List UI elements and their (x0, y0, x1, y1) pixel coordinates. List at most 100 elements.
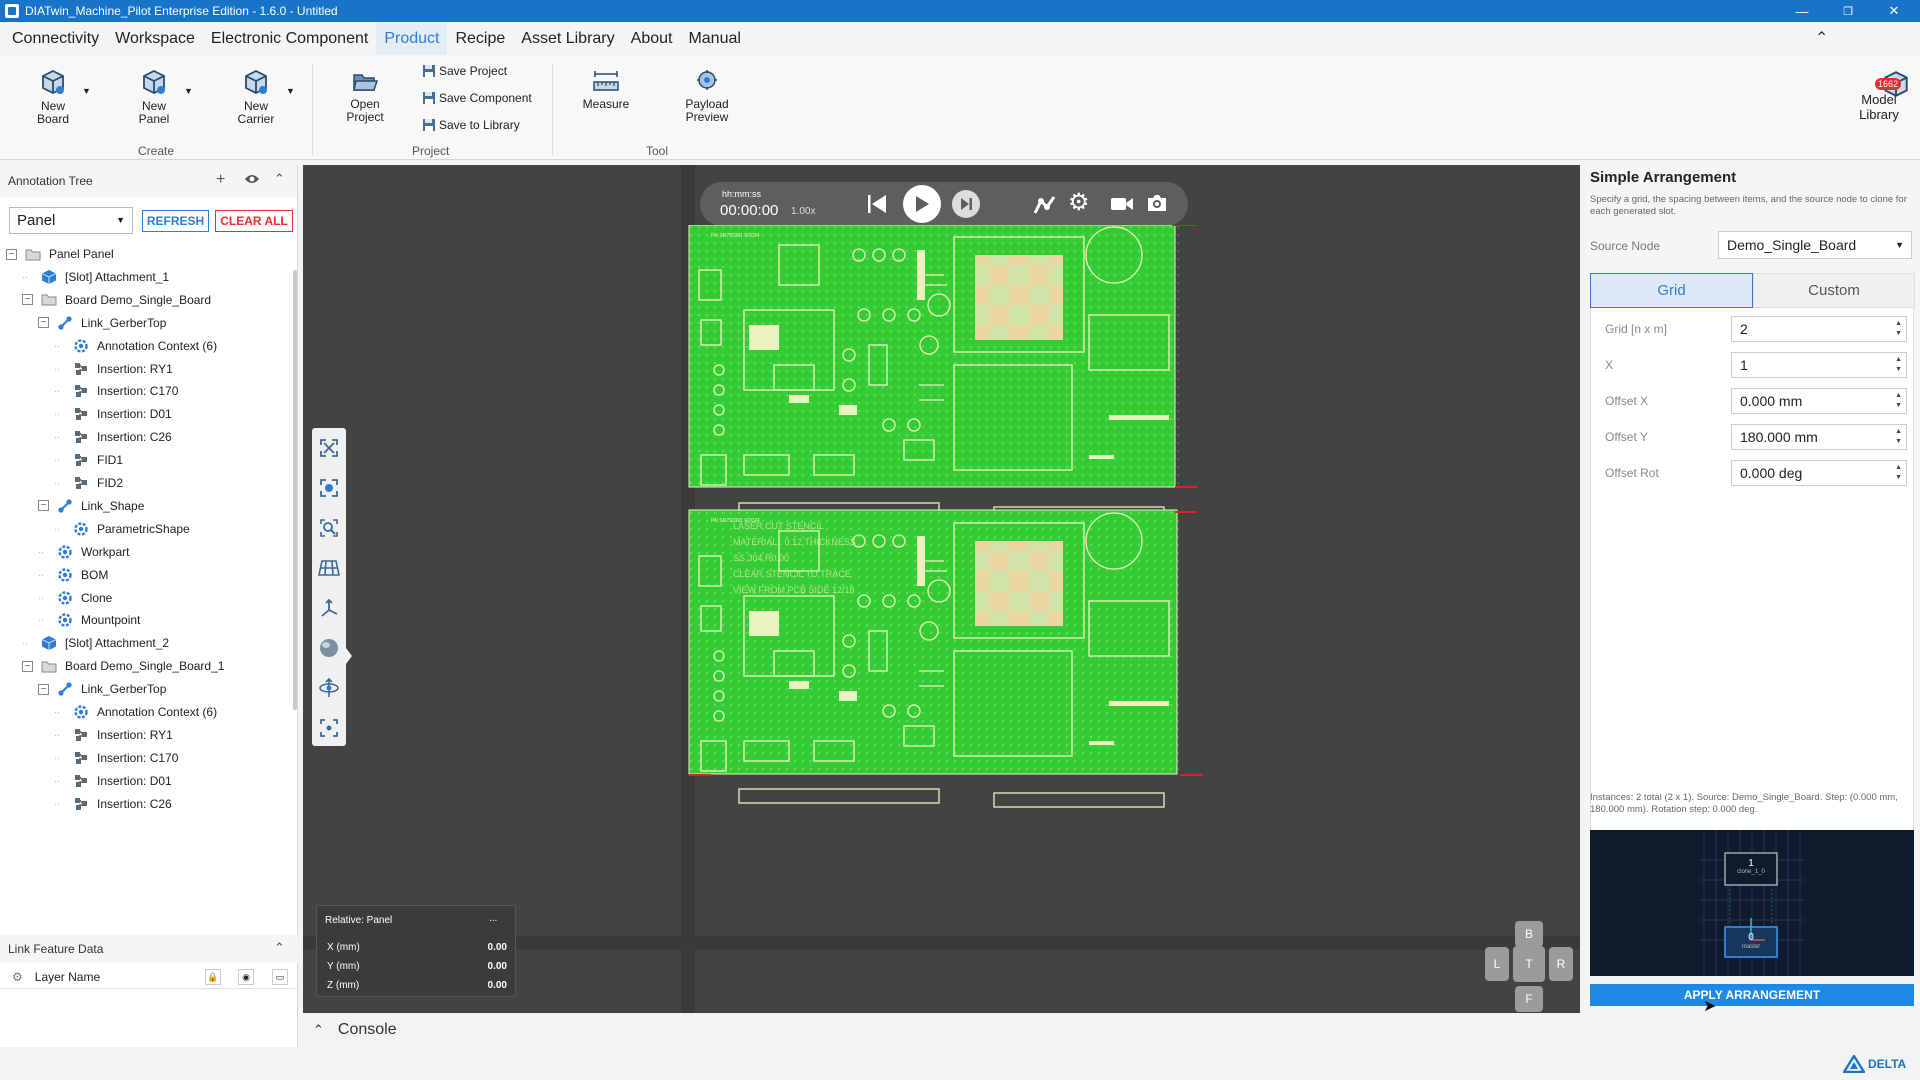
orbit-icon[interactable] (314, 673, 344, 703)
tree-row-label: Board Demo_Single_Board (65, 292, 212, 307)
tree-scrollbar[interactable] (293, 270, 297, 710)
trash-icon[interactable]: ▭ (272, 969, 288, 985)
tab-custom[interactable]: Custom (1753, 273, 1915, 308)
stencil-text: SS 304 R0.00 (733, 553, 789, 563)
measure-button[interactable]: Measure (580, 68, 632, 111)
payload-preview-button[interactable]: Payload Preview (680, 68, 734, 124)
menu-asset-library[interactable]: Asset Library (513, 23, 622, 55)
step-forward-button[interactable] (952, 190, 980, 218)
menu-manual[interactable]: Manual (680, 23, 748, 55)
collapse-icon[interactable]: ⌃ (274, 171, 285, 187)
spinner-icon[interactable]: ▲ ▼ (1895, 427, 1902, 447)
focus-icon[interactable] (314, 713, 344, 743)
console-bar[interactable]: ⌃ Console (303, 1013, 1580, 1047)
collapse-toggle-icon[interactable]: − (38, 683, 49, 695)
create-group-label: Create (138, 144, 175, 158)
collapse-icon[interactable]: ⌃ (274, 940, 285, 956)
ribbon-separator (552, 64, 553, 156)
source-node-dropdown[interactable]: Demo_Single_Board ▼ (1718, 231, 1912, 259)
new-carrier-dropdown-icon[interactable]: ▼ (286, 86, 295, 96)
spinner-icon[interactable]: ▲ ▼ (1895, 319, 1902, 339)
fit-selection-icon[interactable] (314, 473, 344, 503)
menu-product[interactable]: Product (376, 23, 448, 55)
grid-input[interactable]: 2 ▲ ▼ (1731, 316, 1907, 342)
spinner-icon[interactable]: ▲ ▼ (1895, 463, 1902, 483)
offset-x-input[interactable]: 0.000 mm ▲ ▼ (1731, 388, 1907, 414)
eye-icon[interactable] (244, 173, 260, 188)
open-project-button[interactable]: Open Project (342, 70, 388, 124)
collapse-toggle-icon[interactable]: − (38, 500, 49, 512)
link-feature-header: Link Feature Data ⌃ (0, 935, 298, 963)
collapse-toggle-icon[interactable]: − (22, 294, 33, 306)
save-to-library-button[interactable]: Save to Library (422, 118, 520, 132)
tree-row-label: Insertion: C170 (97, 384, 179, 399)
stencil-text: CLEAR STENCIL TO TRACE (733, 569, 851, 579)
refresh-button[interactable]: REFRESH (142, 210, 209, 232)
tree-connector: ·· (54, 775, 60, 786)
tree-connector: ·· (22, 638, 28, 649)
offset-rot-input[interactable]: 0.000 deg ▲ ▼ (1731, 460, 1907, 486)
tree-filter-dropdown[interactable]: Panel ▼ (9, 207, 133, 234)
collapse-toggle-icon[interactable]: − (22, 660, 33, 672)
close-button[interactable]: ✕ (1872, 0, 1916, 22)
speed-label: 1.00x (791, 206, 816, 217)
camera-icon[interactable] (1146, 193, 1168, 216)
menu-workspace[interactable]: Workspace (107, 23, 203, 55)
save-project-button[interactable]: Save Project (422, 64, 507, 78)
play-button[interactable] (903, 185, 941, 223)
more-icon[interactable]: ... (489, 913, 497, 924)
menu-recipe[interactable]: Recipe (447, 23, 513, 55)
new-carrier-button[interactable]: New Carrier (232, 68, 280, 126)
save-component-button[interactable]: Save Component (422, 91, 532, 105)
video-camera-icon[interactable] (1110, 195, 1134, 216)
clear-all-button[interactable]: CLEAR ALL (215, 210, 293, 232)
new-panel-dropdown-icon[interactable]: ▼ (184, 86, 193, 96)
zoom-icon[interactable] (314, 513, 344, 543)
new-board-button[interactable]: New Board (30, 68, 76, 126)
component-icon (73, 773, 89, 789)
tree-connector: ·· (54, 798, 60, 809)
x-input[interactable]: 1 ▲ ▼ (1731, 352, 1907, 378)
view-front-button[interactable]: F (1515, 986, 1543, 1012)
eye-icon[interactable]: ◉ (238, 969, 254, 985)
save-icon (423, 119, 435, 131)
save-icon (423, 65, 435, 77)
tree-row[interactable]: ·· Insertion: C26 (54, 791, 172, 817)
menu-connectivity[interactable]: Connectivity (4, 23, 107, 55)
view-left-button[interactable]: L (1485, 947, 1509, 981)
view-back-button[interactable]: B (1515, 921, 1543, 947)
axes-icon[interactable] (314, 593, 344, 623)
spinner-icon[interactable]: ▲ ▼ (1895, 355, 1902, 375)
tree-row-label: Insertion: D01 (97, 773, 172, 788)
spinner-icon[interactable]: ▲ ▼ (1895, 391, 1902, 411)
offset-y-input[interactable]: 180.000 mm ▲ ▼ (1731, 424, 1907, 450)
add-icon[interactable]: + (216, 171, 225, 189)
delta-logo: DELTA (1843, 1055, 1906, 1073)
tool-group-label: Tool (646, 144, 669, 158)
skip-back-icon[interactable] (866, 193, 888, 218)
grid-view-icon[interactable] (314, 553, 344, 583)
menu-electronic-component[interactable]: Electronic Component (203, 23, 376, 55)
collapse-toggle-icon[interactable]: − (38, 317, 49, 329)
gear-icon[interactable]: ⚙ (1068, 190, 1090, 216)
board-demo-single-board[interactable]: PN SN750301 6/2024 (688, 225, 1180, 522)
new-panel-button[interactable]: New Panel (131, 68, 177, 126)
view-right-button[interactable]: R (1549, 947, 1573, 981)
sphere-icon[interactable] (314, 633, 344, 663)
view-top-button[interactable]: T (1513, 946, 1545, 982)
collapse-toggle-icon[interactable]: − (6, 248, 17, 260)
tab-grid[interactable]: Grid (1590, 273, 1753, 308)
minimize-button[interactable]: — (1780, 0, 1824, 22)
fit-all-icon[interactable] (314, 433, 344, 463)
robot-arm-icon[interactable] (1032, 193, 1058, 218)
3d-viewport[interactable]: hh:mm:ss 00:00:00 1.00x ⚙ PN SN750301 6/… (303, 165, 1580, 1013)
lock-icon[interactable]: 🔒 (205, 969, 221, 985)
collapse-ribbon-icon[interactable]: ⌃ (1815, 28, 1828, 48)
apply-arrangement-button[interactable]: APPLY ARRANGEMENT (1590, 984, 1914, 1006)
new-board-dropdown-icon[interactable]: ▼ (82, 86, 91, 96)
chevron-up-icon[interactable]: ⌃ (313, 1022, 324, 1038)
board-demo-single-board-1[interactable]: PN SN750301 6/2024 LASER CUT STENCIL MAT… (688, 509, 1180, 808)
menu-about[interactable]: About (623, 23, 681, 55)
model-library-button[interactable]: 1662 Model Library (1850, 56, 1908, 122)
restore-button[interactable]: ❐ (1826, 0, 1870, 22)
